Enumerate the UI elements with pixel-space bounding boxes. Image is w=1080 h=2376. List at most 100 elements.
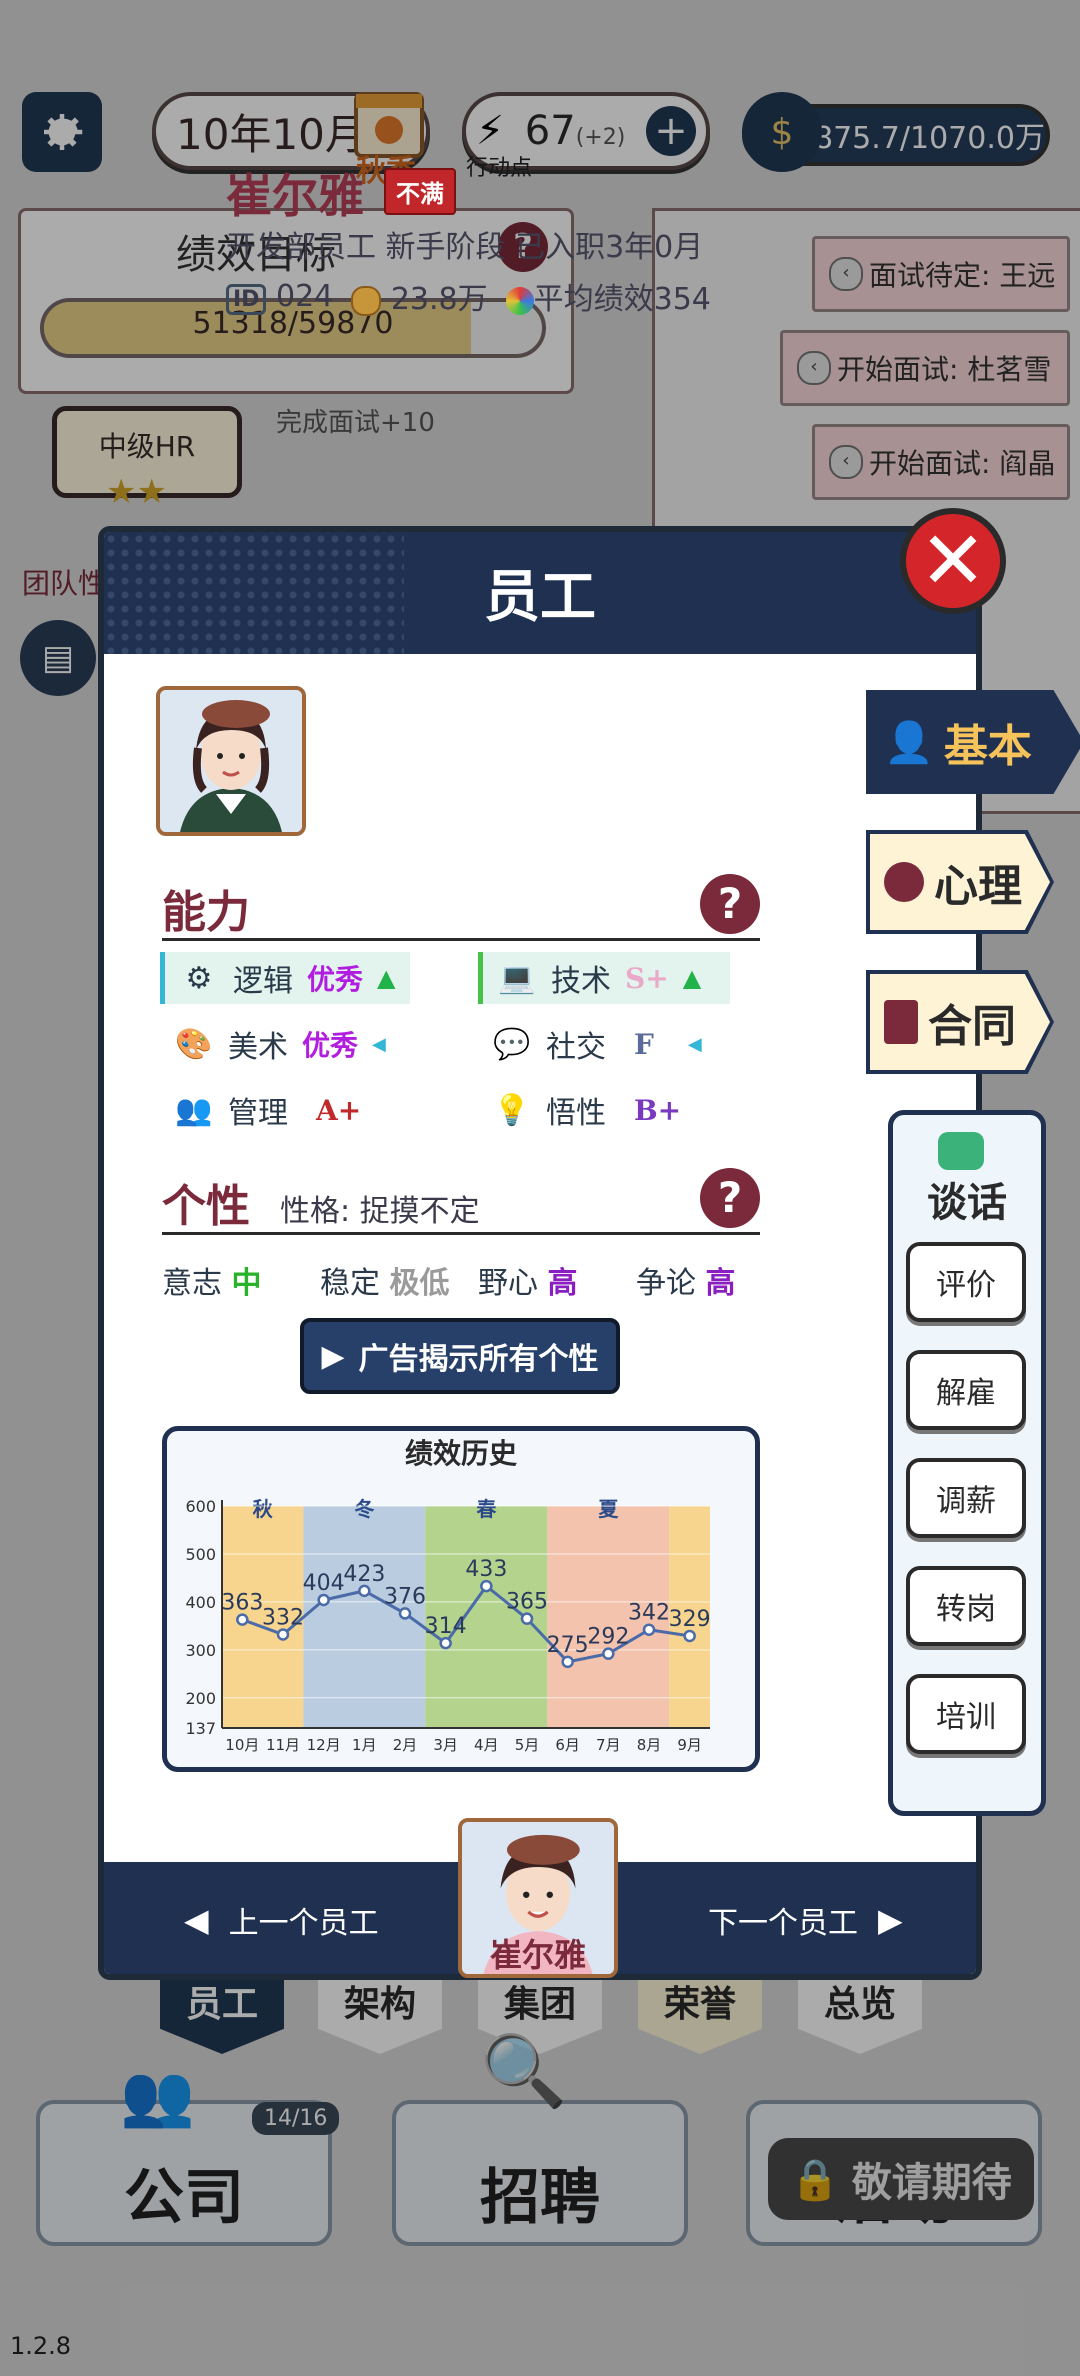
employee-description: 开发部员工 新手阶段 已入职3年0月: [226, 230, 704, 265]
prev-employee-button[interactable]: ◀ 上一个员工: [184, 1898, 379, 1942]
data-label: 314: [425, 1614, 467, 1639]
fire-button[interactable]: 解雇: [906, 1350, 1026, 1430]
trend-flat-icon: ◀: [372, 1033, 386, 1055]
data-label: 376: [384, 1584, 426, 1609]
data-label: 365: [506, 1590, 548, 1615]
ability-row[interactable]: 👥 管理 A+: [160, 1084, 410, 1136]
season-band-label: 秋: [253, 1497, 274, 1521]
ability-label: 悟性: [546, 1096, 606, 1131]
data-label: 329: [669, 1607, 711, 1632]
tab-psychology-inner: 心理: [870, 834, 1050, 930]
trait-value: 极低: [389, 1266, 450, 1301]
adjust-salary-button[interactable]: 调薪: [906, 1458, 1026, 1538]
ability-title: 能力: [162, 887, 250, 938]
ability-row[interactable]: 🎨 美术 优秀 ◀: [160, 1018, 410, 1070]
data-label: 342: [628, 1601, 670, 1626]
trait-item: 争论 高: [636, 1258, 794, 1302]
personality-title: 个性: [162, 1181, 250, 1232]
ability-grade: F: [634, 1027, 654, 1061]
tab-basic-inner: 👤 基本: [870, 694, 1080, 790]
trait-value: 中: [231, 1266, 262, 1301]
x-tick-label: 2月: [393, 1736, 418, 1754]
close-button[interactable]: ✕: [900, 508, 1006, 614]
trait-item: 稳定 极低: [320, 1258, 478, 1302]
next-employee-button[interactable]: 下一个员工 ▶: [708, 1898, 903, 1942]
data-point: [398, 1607, 412, 1620]
y-tick-label: 600: [185, 1497, 216, 1516]
code-laptop-icon: 💻: [498, 960, 536, 996]
speech-icon: [884, 862, 924, 902]
performance-history-chart: 秋 冬 春 夏 137 200 300 400 500 600 10月 11月 12月 1月 2月 3月 4月 5…: [185, 1497, 711, 1754]
personality-divider: [162, 1232, 760, 1235]
trait-label: 稳定: [320, 1266, 380, 1301]
training-button[interactable]: 培训: [906, 1674, 1026, 1754]
triangle-left-icon: ◀: [184, 1901, 209, 1939]
x-tick-label: 8月: [637, 1736, 662, 1754]
dialog-title: 员工: [484, 565, 596, 630]
ability-grade: 优秀: [302, 1029, 359, 1062]
data-point: [439, 1636, 452, 1650]
triangle-right-icon: ▶: [878, 1901, 903, 1939]
palette-icon: 🎨: [175, 1026, 213, 1062]
ability-row[interactable]: 💻 技术 S+ ▲: [478, 952, 730, 1004]
tab-contract[interactable]: 合同: [866, 970, 1054, 1074]
trend-up-icon: ▲: [377, 964, 396, 992]
ability-grade: 优秀: [307, 963, 364, 996]
data-point: [520, 1612, 534, 1625]
ability-row[interactable]: 💡 悟性 B+: [478, 1084, 730, 1136]
mood-badge: 不满: [384, 168, 456, 215]
ability-label: 管理: [228, 1096, 288, 1131]
tab-psychology[interactable]: 心理: [866, 830, 1054, 934]
data-point: [358, 1584, 371, 1598]
ability-row[interactable]: ⚙ 逻辑 优秀 ▲: [160, 952, 410, 1004]
close-icon: ✕: [919, 514, 987, 607]
next-employee-label: 下一个员工: [708, 1906, 858, 1941]
chat-bubbles-icon: 💬: [493, 1026, 531, 1062]
ability-row[interactable]: 💬 社交 F ◀: [478, 1018, 730, 1070]
trait-item: 野心 高: [478, 1258, 636, 1302]
tab-label: 基本: [943, 721, 1032, 772]
x-tick-label: 5月: [515, 1736, 540, 1754]
tab-basic[interactable]: 👤 基本: [866, 690, 1080, 794]
reveal-personality-ad-button[interactable]: ▶ 广告揭示所有个性: [300, 1318, 620, 1394]
data-label: 423: [343, 1562, 385, 1587]
y-tick-label: 300: [185, 1641, 216, 1660]
data-point: [642, 1623, 656, 1636]
coin-icon: [351, 285, 382, 316]
x-tick-label: 4月: [474, 1736, 499, 1754]
employee-avatar: [156, 686, 306, 836]
ability-help-button[interactable]: ?: [700, 874, 760, 934]
document-icon: [884, 1000, 918, 1044]
x-tick-label: 12月: [307, 1736, 341, 1754]
dialog-header: 员工: [104, 532, 976, 654]
data-point: [317, 1593, 330, 1607]
data-label: 292: [587, 1625, 629, 1650]
play-icon: ▶: [321, 1338, 345, 1374]
evaluate-button[interactable]: 评价: [906, 1242, 1026, 1322]
ability-label: 逻辑: [233, 964, 293, 999]
data-point: [236, 1613, 249, 1626]
x-tick-label: 3月: [433, 1736, 458, 1754]
x-tick-label: 11月: [266, 1736, 300, 1754]
data-point: [683, 1629, 696, 1643]
trait-label: 意志: [162, 1266, 222, 1301]
id-tag: ID: [226, 283, 267, 315]
girl-portrait-icon: [160, 690, 302, 832]
personality-help-button[interactable]: ?: [700, 1168, 760, 1228]
footer-employee-name: 崔尔雅: [489, 1936, 586, 1974]
data-label: 404: [303, 1571, 345, 1596]
data-point: [276, 1628, 290, 1641]
target-check-icon: [505, 286, 534, 315]
data-point: [602, 1647, 615, 1660]
person-icon: 👤: [884, 719, 934, 766]
trend-up-icon: ▲: [682, 964, 702, 992]
tab-label: 心理: [934, 861, 1022, 912]
data-point: [480, 1579, 493, 1593]
ability-grade: B+: [634, 1093, 682, 1127]
transfer-button[interactable]: 转岗: [906, 1566, 1026, 1646]
ability-grade: A+: [316, 1093, 362, 1127]
ability-label: 技术: [551, 964, 611, 999]
ability-grade: S+: [625, 961, 669, 995]
data-label: 275: [547, 1633, 589, 1658]
x-tick-label: 6月: [555, 1736, 580, 1754]
